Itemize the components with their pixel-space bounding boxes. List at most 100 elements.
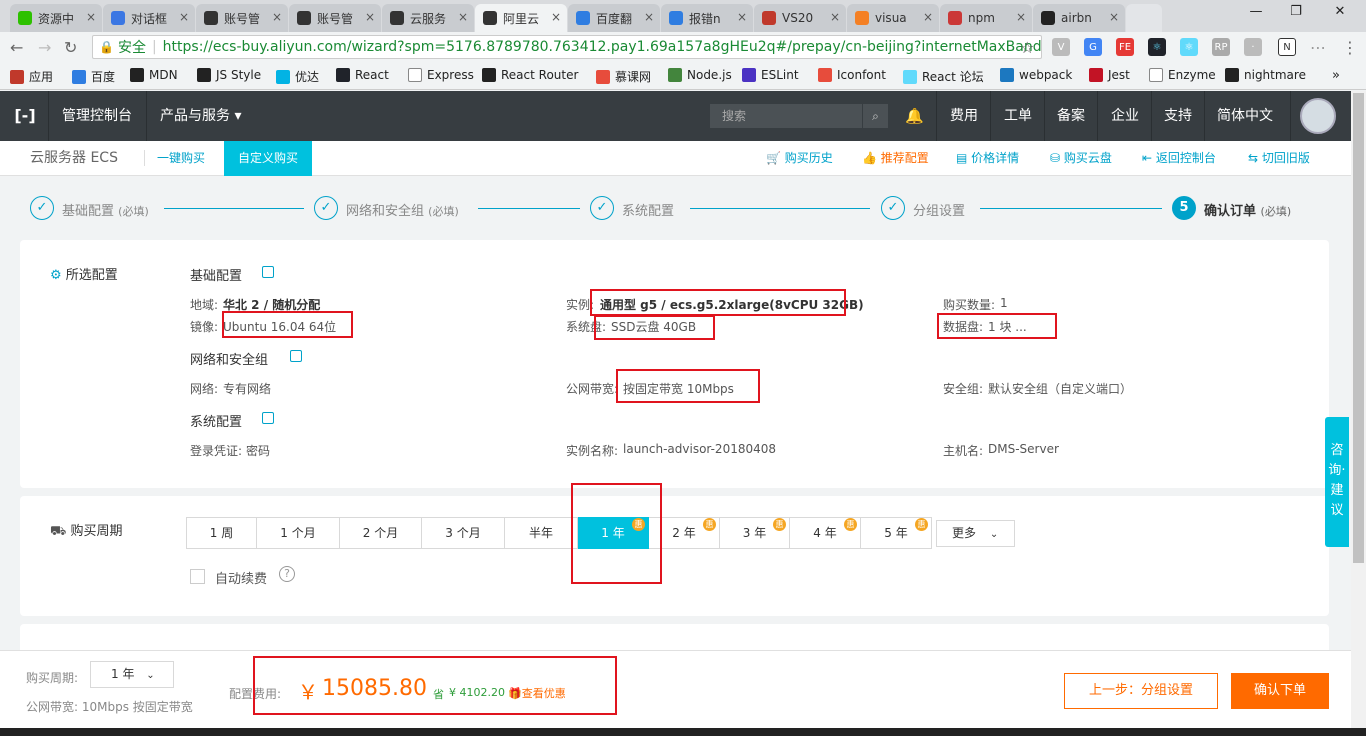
search-icon[interactable]: ⌕ (862, 104, 888, 128)
tab-close-icon[interactable]: × (551, 10, 561, 24)
n-extension-icon[interactable]: N (1278, 38, 1296, 56)
edit-icon[interactable] (290, 350, 302, 362)
tab-close-icon[interactable]: × (644, 10, 654, 24)
confirm-order-button[interactable]: 确认下单 (1231, 673, 1329, 709)
prev-step-button[interactable]: 上一步：分组设置 (1064, 673, 1218, 709)
bookmark-item[interactable]: JS Style (197, 68, 261, 82)
auto-renew-label[interactable]: 自动续费 (215, 568, 267, 587)
close-window-icon[interactable]: ✕ (1320, 4, 1360, 26)
bookmark-item[interactable]: MDN (130, 68, 178, 82)
rp-extension-icon[interactable]: RP (1212, 38, 1230, 56)
bookmark-item[interactable]: ESLint (742, 68, 799, 82)
forward-icon[interactable]: → (38, 38, 51, 57)
browser-tab[interactable]: 账号管 × (289, 4, 381, 32)
nav-fee[interactable]: 费用 (950, 91, 978, 141)
bookmark-item[interactable]: React 论坛 (903, 68, 984, 85)
extension-grey-icon[interactable]: · (1244, 38, 1262, 56)
tab-close-icon[interactable]: × (86, 10, 96, 24)
period-option[interactable]: 2 个月 (340, 517, 422, 549)
bookmark-item[interactable]: 优达 (276, 68, 319, 85)
bookmark-item[interactable]: Enzyme (1149, 68, 1216, 82)
browser-tab[interactable]: 对话框 × (103, 4, 195, 32)
bookmark-item[interactable]: Node.js (668, 68, 732, 82)
react-devtools-icon[interactable]: ⚛ (1148, 38, 1166, 56)
tab-close-icon[interactable]: × (1016, 10, 1026, 24)
browser-tab[interactable]: 资源中 × (10, 4, 102, 32)
tab-close-icon[interactable]: × (365, 10, 375, 24)
nav-language[interactable]: 简体中文 (1217, 91, 1273, 141)
tab-close-icon[interactable]: × (272, 10, 282, 24)
edit-icon[interactable] (262, 266, 274, 278)
bookmark-item[interactable]: Express (408, 68, 474, 82)
extension-v-icon[interactable]: V (1052, 38, 1070, 56)
back-icon[interactable]: ← (10, 38, 23, 57)
tab-close-icon[interactable]: × (923, 10, 933, 24)
bookmark-item[interactable]: 慕课网 (596, 68, 651, 85)
tab-close-icon[interactable]: × (737, 10, 747, 24)
bookmark-item[interactable]: 百度 (72, 68, 115, 85)
chrome-menu-icon[interactable]: ⋮ (1342, 38, 1358, 57)
browser-tab[interactable]: 账号管 × (196, 4, 288, 32)
more-period-select[interactable]: 更多 ⌄ (936, 520, 1015, 547)
period-option[interactable]: 半年 (505, 517, 578, 549)
fe-extension-icon[interactable]: FE (1116, 38, 1134, 56)
url-bar[interactable]: 🔒 安全 | https://ecs-buy.aliyun.com/wizard… (92, 35, 1042, 59)
aliyun-logo-icon[interactable]: [-] (12, 91, 38, 141)
tab-custom-buy[interactable]: 自定义购买 (224, 141, 312, 176)
tab-close-icon[interactable]: × (458, 10, 468, 24)
step-2-label[interactable]: 网络和安全组 (必填) (346, 200, 459, 219)
minimize-icon[interactable]: — (1236, 4, 1276, 26)
url-text[interactable]: https://ecs-buy.aliyun.com/wizard?spm=51… (163, 39, 1041, 55)
browser-tab[interactable]: visua × (847, 4, 939, 32)
bookmark-item[interactable]: nightmare (1225, 68, 1306, 82)
auto-renew-checkbox[interactable] (190, 569, 205, 584)
price-detail-link[interactable]: ▤ 价格详情 (956, 141, 1019, 176)
help-icon[interactable]: ? (279, 566, 295, 582)
nav-products[interactable]: 产品与服务 ▾ (160, 91, 241, 141)
period-option[interactable]: 1 周 (186, 517, 257, 549)
bookmark-star-icon[interactable]: ☆ (1020, 38, 1034, 57)
maximize-icon[interactable]: ❐ (1276, 4, 1316, 26)
bookmark-item[interactable]: webpack (1000, 68, 1072, 82)
step-3-label[interactable]: 系统配置 (622, 200, 674, 219)
translate-extension-icon[interactable]: G (1084, 38, 1102, 56)
period-option[interactable]: 3 个月 (422, 517, 505, 549)
browser-tab[interactable]: 报错n × (661, 4, 753, 32)
bottom-period-select[interactable]: 1 年 ⌄ (90, 661, 174, 688)
nav-beian[interactable]: 备案 (1057, 91, 1085, 141)
browser-tab[interactable]: 百度翻 × (568, 4, 660, 32)
back-console-link[interactable]: ⇤ 返回控制台 (1142, 141, 1216, 176)
browser-tab[interactable]: npm × (940, 4, 1032, 32)
browser-tab[interactable]: 云服务 × (382, 4, 474, 32)
new-tab-button[interactable] (1126, 4, 1162, 32)
recommend-config-link[interactable]: 👍 推荐配置 (862, 141, 929, 176)
bookmarks-more-icon[interactable]: » (1332, 68, 1340, 83)
nav-console[interactable]: 管理控制台 (62, 91, 132, 141)
bookmark-item[interactable]: Iconfont (818, 68, 886, 82)
nav-enterprise[interactable]: 企业 (1111, 91, 1139, 141)
browser-tab[interactable]: airbn × (1033, 4, 1125, 32)
bookmark-item[interactable]: React Router (482, 68, 578, 82)
tab-close-icon[interactable]: × (1109, 10, 1119, 24)
tab-quick-buy[interactable]: 一键购买 (157, 141, 205, 176)
reload-icon[interactable]: ↻ (64, 38, 77, 57)
bell-icon[interactable]: 🔔 (905, 91, 924, 141)
bookmark-item[interactable]: 应用 (10, 68, 53, 85)
purchase-history-link[interactable]: 🛒 购买历史 (766, 141, 833, 176)
nav-ticket[interactable]: 工单 (1004, 91, 1032, 141)
feedback-float-button[interactable]: 咨询·建议 (1325, 417, 1349, 547)
tab-close-icon[interactable]: × (830, 10, 840, 24)
edit-icon[interactable] (262, 412, 274, 424)
browser-tab[interactable]: 阿里云 × (475, 4, 567, 32)
tab-close-icon[interactable]: × (179, 10, 189, 24)
period-option[interactable]: 1 个月 (257, 517, 340, 549)
nav-support[interactable]: 支持 (1164, 91, 1192, 141)
react-extension-icon[interactable]: ⚛ (1180, 38, 1198, 56)
old-version-link[interactable]: ⇆ 切回旧版 (1248, 141, 1310, 176)
step-1-label[interactable]: 基础配置 (必填) (62, 200, 149, 219)
avatar[interactable] (1300, 98, 1336, 134)
buy-disk-link[interactable]: ⛁ 购买云盘 (1050, 141, 1112, 176)
bookmark-item[interactable]: React (336, 68, 389, 82)
extension-dots-icon[interactable]: ⋯ (1310, 38, 1326, 57)
step-4-label[interactable]: 分组设置 (913, 200, 965, 219)
